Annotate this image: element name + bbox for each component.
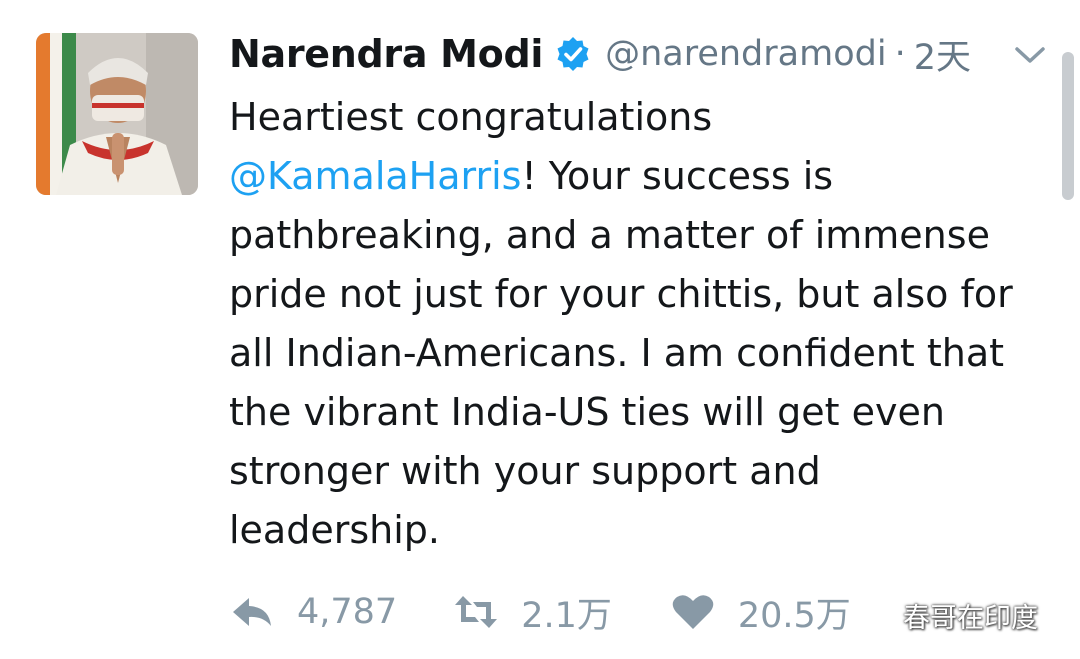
- tweet-text-line: @KamalaHarris! Your success is: [229, 147, 1049, 206]
- like-count: 20.5万: [737, 595, 851, 636]
- tweet-text-segment: ! Your success is: [521, 154, 834, 198]
- wechat-icon: [855, 598, 899, 632]
- watermark: 春哥在印度: [855, 590, 1038, 640]
- scrollbar-thumb[interactable]: [1062, 52, 1074, 200]
- tweet-text-line: pride not just for your chittis, but als…: [229, 265, 1049, 324]
- tweet-text-segment: pride not just for your chittis, but als…: [229, 272, 1013, 316]
- tweet-text-line: leadership.: [229, 501, 1049, 560]
- tweet-text-segment: stronger with your support and: [229, 449, 821, 493]
- author-name[interactable]: Narendra Modi: [229, 32, 543, 76]
- watermark-text: 春哥在印度: [903, 602, 1038, 634]
- tweet-text-segment: all Indian-Americans. I am confident tha…: [229, 331, 1005, 375]
- tweet-text-line: the vibrant India-US ties will get even: [229, 383, 1049, 442]
- tweet-text-line: all Indian-Americans. I am confident tha…: [229, 324, 1049, 383]
- like-button[interactable]: 20.5万: [670, 587, 851, 638]
- chevron-down-icon[interactable]: [1010, 40, 1050, 70]
- tweet-text-segment: pathbreaking, and a matter of immense: [229, 213, 990, 257]
- tweet-text: Heartiest congratulations @KamalaHarris! …: [229, 88, 1049, 560]
- tweet-text-line: Heartiest congratulations: [229, 88, 1049, 147]
- verified-badge-icon: [555, 36, 591, 72]
- header-separator: ·: [894, 34, 906, 74]
- heart-icon: [670, 592, 716, 632]
- reply-icon: [229, 592, 275, 632]
- tweet-text-line: pathbreaking, and a matter of immense: [229, 206, 1049, 265]
- tweet-text-segment: the vibrant India-US ties will get even: [229, 390, 945, 434]
- tweet-header: Narendra Modi @narendramodi · 2天: [229, 28, 1010, 80]
- retweet-count: 2.1万: [521, 595, 612, 636]
- tweet-text-segment: Heartiest congratulations: [229, 95, 713, 139]
- tweet-text-segment: leadership.: [229, 508, 440, 552]
- retweet-icon: [453, 592, 499, 632]
- author-handle[interactable]: @narendramodi: [605, 34, 886, 74]
- retweet-button[interactable]: 2.1万: [453, 587, 612, 638]
- mention-link[interactable]: @KamalaHarris: [229, 154, 521, 198]
- reply-button[interactable]: 4,787: [229, 592, 397, 632]
- tweet-timestamp[interactable]: 2天: [914, 29, 971, 80]
- author-avatar[interactable]: [36, 33, 198, 195]
- tweet-text-line: stronger with your support and: [229, 442, 1049, 501]
- reply-count: 4,787: [297, 592, 398, 632]
